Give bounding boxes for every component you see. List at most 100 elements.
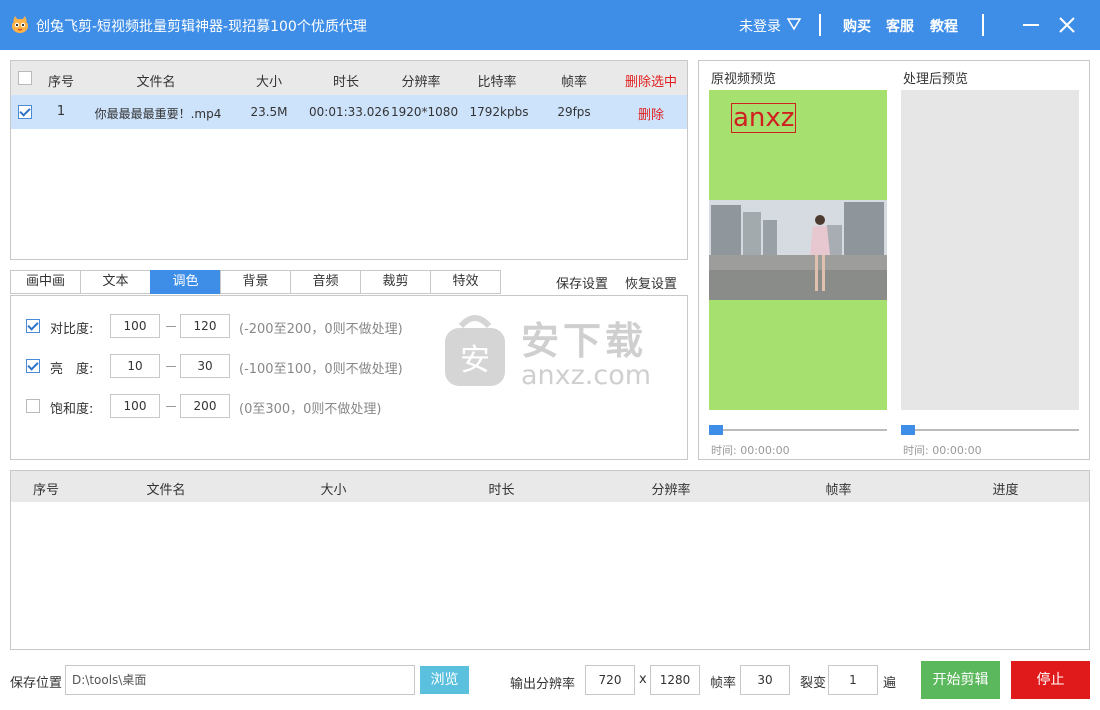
out-col-index: 序号 [32,483,59,498]
processed-slider-track[interactable] [901,429,1079,431]
out-col-size: 大小 [320,483,347,498]
chevron-down-icon[interactable] [786,17,802,31]
tab-picture-in-picture[interactable]: 画中画 [10,270,81,294]
out-col-progress: 进度 [992,483,1019,498]
brightness-min-input[interactable]: 10 [110,354,160,378]
processed-preview [901,90,1079,410]
output-resolution-label: 输出分辨率 [510,677,576,692]
table-row[interactable]: 1 你最最最最重要！.mp4 23.5M 00:01:33.026 1920*1… [11,95,687,129]
stop-button[interactable]: 停止 [1011,661,1090,699]
saturation-max-input[interactable]: 200 [180,394,230,418]
minimize-icon[interactable] [1019,13,1043,37]
row-resolution: 1920*1080 [391,105,459,119]
contrast-min-input[interactable]: 100 [110,314,160,338]
row-checkbox[interactable] [18,105,32,119]
col-index: 序号 [47,75,74,90]
saturation-min-input[interactable]: 100 [110,394,160,418]
watermark: 安 安下载 anxz.com [441,310,681,400]
brightness-label: 亮 度: [50,362,94,377]
watermark-en: anxz.com [521,360,652,391]
watermark-cn: 安下载 [521,319,648,363]
browse-button[interactable]: 浏览 [420,666,469,694]
out-col-fps: 帧率 [825,483,852,498]
color-settings-panel: 对比度: 100 120 (-200至200，0则不做处理) 亮 度: 10 3… [10,295,688,460]
col-resolution: 分辨率 [401,75,441,90]
settings-area: 画中画 文本 调色 背景 音频 裁剪 特效 保存设置 恢复设置 对比度: 100… [10,270,688,460]
close-icon[interactable] [1055,13,1079,37]
row-filename: 你最最最最重要！.mp4 [94,107,222,121]
save-location-label: 保存位置 [10,676,63,691]
col-filename: 文件名 [136,75,176,90]
titlebar-divider [819,14,821,36]
tab-background[interactable]: 背景 [220,270,291,294]
saturation-checkbox[interactable] [26,399,40,413]
tab-effects[interactable]: 特效 [430,270,501,294]
preview-panel: 原视频预览 处理后预览 anxz 时间: 00:00:00 时间: 00:00:… [698,60,1090,460]
start-button[interactable]: 开始剪辑 [921,661,1000,699]
tab-crop[interactable]: 裁剪 [360,270,431,294]
shield-icon: 安 [445,315,505,386]
fps-label: 帧率 [710,676,737,691]
output-table: 序号 文件名 大小 时长 分辨率 帧率 进度 [10,470,1090,650]
nav-support[interactable]: 客服 [886,16,914,36]
range-dash [166,406,176,407]
col-duration: 时长 [332,75,359,90]
processed-time: 时间: 00:00:00 [903,444,982,457]
out-col-duration: 时长 [488,483,515,498]
col-bitrate: 比特率 [477,75,517,90]
titlebar-divider [982,14,984,36]
select-all-checkbox[interactable] [18,71,32,85]
fps-input[interactable]: 30 [740,665,790,695]
original-slider-thumb[interactable] [709,425,723,435]
processed-slider-thumb[interactable] [901,425,915,435]
row-size: 23.5M [250,105,288,119]
fission-unit: 遍 [883,676,897,691]
contrast-label: 对比度: [50,322,94,337]
tab-audio[interactable]: 音频 [290,270,361,294]
login-status[interactable]: 未登录 [739,16,781,36]
output-table-header: 序号 文件名 大小 时长 分辨率 帧率 进度 [11,471,1089,502]
row-index: 1 [56,104,66,119]
out-col-resolution: 分辨率 [651,483,691,498]
contrast-checkbox[interactable] [26,319,40,333]
original-slider-track[interactable] [709,429,887,431]
resolution-separator: x [639,672,647,687]
save-settings-button[interactable]: 保存设置 [556,273,608,292]
window-title: 创兔飞剪-短视频批量剪辑神器-现招募100个优质代理 [36,19,367,35]
original-preview: anxz [709,90,887,410]
row-duration: 00:01:33.026 [309,105,390,119]
tab-text[interactable]: 文本 [80,270,151,294]
save-path-input[interactable]: D:\tools\桌面 [65,665,415,695]
row-delete-button[interactable]: 删除 [615,104,687,123]
fission-label: 裂变 [800,676,827,691]
table-header: 序号 文件名 大小 时长 分辨率 比特率 帧率 删除选中 [11,61,687,95]
out-col-filename: 文件名 [146,483,186,498]
output-height-input[interactable]: 1280 [650,665,700,695]
video-frame [709,200,887,300]
range-dash [166,366,176,367]
col-fps: 帧率 [560,75,587,90]
original-time: 时间: 00:00:00 [711,444,790,457]
brightness-checkbox[interactable] [26,359,40,373]
contrast-max-input[interactable]: 120 [180,314,230,338]
restore-settings-button[interactable]: 恢复设置 [625,273,677,292]
title-bar: 创兔飞剪-短视频批量剪辑神器-现招募100个优质代理 未登录 购买 客服 教程 [0,0,1100,50]
app-logo-icon [12,16,28,33]
col-size: 大小 [255,75,282,90]
brightness-max-input[interactable]: 30 [180,354,230,378]
tab-color[interactable]: 调色 [150,270,221,294]
contrast-hint: (-200至200，0则不做处理) [239,322,403,337]
fission-input[interactable]: 1 [828,665,878,695]
row-bitrate: 1792kpbs [469,105,529,119]
processed-preview-title: 处理后预览 [903,72,969,87]
overlay-text: anxz [731,103,797,133]
source-file-table: 序号 文件名 大小 时长 分辨率 比特率 帧率 删除选中 1 你最最最最重要！.… [10,60,688,260]
brightness-hint: (-100至100，0则不做处理) [239,362,403,377]
watermark-glyph: 安 [460,343,490,378]
nav-buy[interactable]: 购买 [843,16,871,36]
delete-selected-button[interactable]: 删除选中 [615,71,687,90]
output-width-input[interactable]: 720 [585,665,635,695]
saturation-hint: (0至300，0则不做处理) [239,402,382,417]
original-preview-title: 原视频预览 [711,72,777,87]
nav-tutorial[interactable]: 教程 [930,16,958,36]
